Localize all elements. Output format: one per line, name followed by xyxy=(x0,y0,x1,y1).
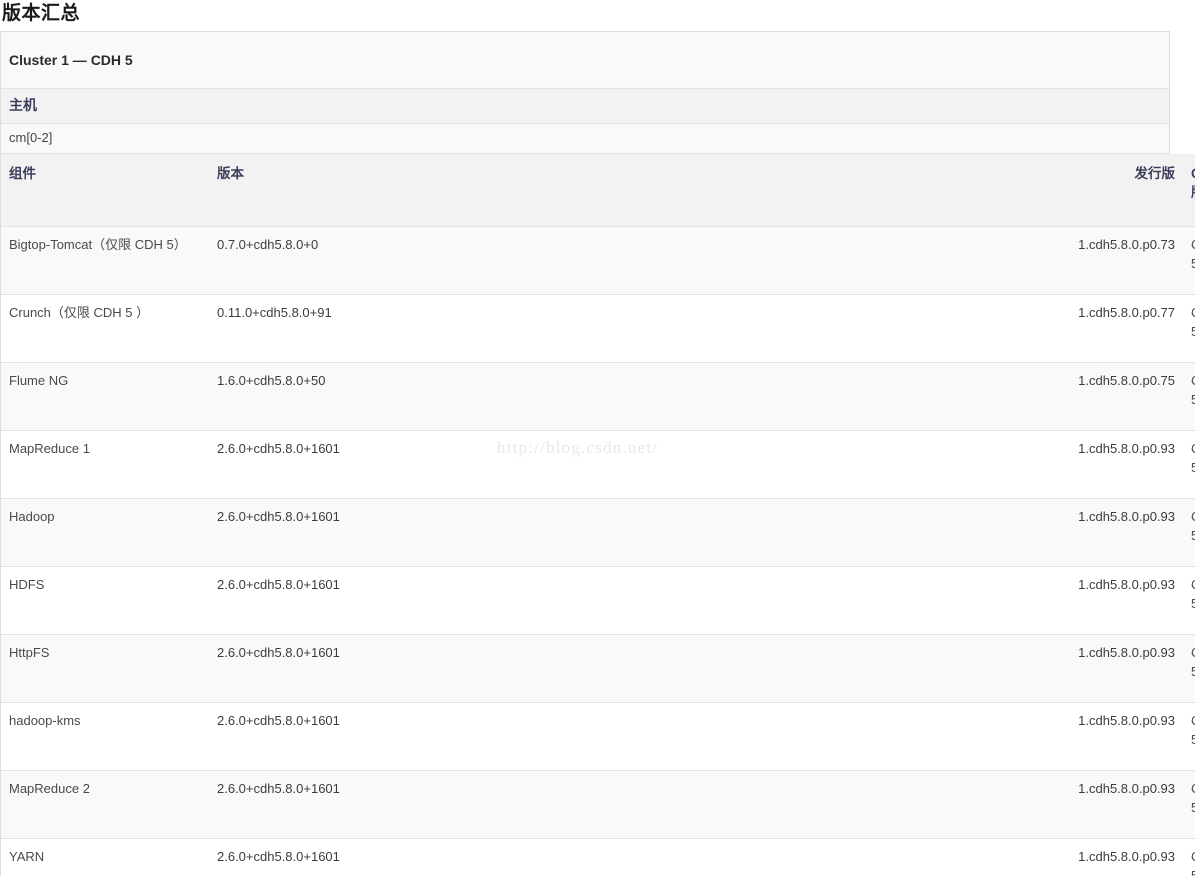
column-header-version: 版本 xyxy=(209,154,1035,227)
cell-release: 1.cdh5.8.0.p0.75 xyxy=(1035,362,1183,431)
cell-cdh-version: CDH 5 xyxy=(1183,294,1195,363)
cell-version: 2.6.0+cdh5.8.0+1601 xyxy=(209,498,1035,567)
column-header-component: 组件 xyxy=(1,154,209,227)
cell-release: 1.cdh5.8.0.p0.93 xyxy=(1035,770,1183,839)
cell-version: 0.11.0+cdh5.8.0+91 xyxy=(209,294,1035,363)
cell-cdh-version: CDH 5 xyxy=(1183,838,1195,876)
table-row: MapReduce 2 2.6.0+cdh5.8.0+1601 1.cdh5.8.0… xyxy=(1,770,1195,839)
cell-version: 1.6.0+cdh5.8.0+50 xyxy=(209,362,1035,431)
column-header-cdh-version: CDH 版本 xyxy=(1183,154,1195,227)
cell-component: hadoop-kms xyxy=(1,702,209,771)
table-row: Bigtop-Tomcat（仅限 CDH 5） 0.7.0+cdh5.8.0+0 1… xyxy=(1,226,1195,295)
cell-version: 2.6.0+cdh5.8.0+1601 xyxy=(209,770,1035,839)
cell-cdh-version: CDH 5 xyxy=(1183,566,1195,635)
cell-release: 1.cdh5.8.0.p0.93 xyxy=(1035,498,1183,567)
cell-component: MapReduce 1 xyxy=(1,430,209,499)
column-header-release: 发行版 xyxy=(1035,154,1183,227)
cluster-title: Cluster 1 — CDH 5 xyxy=(1,32,1169,89)
cell-component: Flume NG xyxy=(1,362,209,431)
cell-release: 1.cdh5.8.0.p0.93 xyxy=(1035,430,1183,499)
cell-component: MapReduce 2 xyxy=(1,770,209,839)
table-row: hadoop-kms 2.6.0+cdh5.8.0+1601 1.cdh5.8.0.… xyxy=(1,702,1195,771)
cell-cdh-version: CDH 5 xyxy=(1183,770,1195,839)
cell-cdh-version: CDH 5 xyxy=(1183,634,1195,703)
hosts-section-header: 主机 xyxy=(1,89,1169,124)
cell-release: 1.cdh5.8.0.p0.93 xyxy=(1035,566,1183,635)
cell-cdh-version: CDH 5 xyxy=(1183,430,1195,499)
cell-release: 1.cdh5.8.0.p0.73 xyxy=(1035,226,1183,295)
version-summary-panel: Cluster 1 — CDH 5 主机 cm[0-2] 组件 版本 发行版 C… xyxy=(0,31,1195,876)
cell-component: YARN xyxy=(1,838,209,876)
table-row: MapReduce 1 2.6.0+cdh5.8.0+1601 1.cdh5.8.0… xyxy=(1,430,1195,499)
cell-version: 2.6.0+cdh5.8.0+1601 xyxy=(209,702,1035,771)
hosts-value: cm[0-2] xyxy=(1,124,1169,154)
table-header-row: 组件 版本 发行版 CDH 版本 xyxy=(1,154,1195,227)
table-row: Flume NG 1.6.0+cdh5.8.0+50 1.cdh5.8.0.p0.7… xyxy=(1,362,1195,431)
cell-release: 1.cdh5.8.0.p0.93 xyxy=(1035,702,1183,771)
table-row: HDFS2.6.0+cdh5.8.0+16011.cdh5.8.0.p0.93C… xyxy=(1,566,1195,635)
versions-table-head: 组件 版本 发行版 CDH 版本 xyxy=(1,154,1195,227)
cell-component: HttpFS xyxy=(1,634,209,703)
table-row: Hadoop 2.6.0+cdh5.8.0+1601 1.cdh5.8.0.p0.9… xyxy=(1,498,1195,567)
table-row: HttpFS 2.6.0+cdh5.8.0+1601 1.cdh5.8.0.p0.9… xyxy=(1,634,1195,703)
table-row: Crunch（仅限 CDH 5 ） 0.11.0+cdh5.8.0+91 1.cdh… xyxy=(1,294,1195,363)
cell-cdh-version: CDH 5 xyxy=(1183,702,1195,771)
cell-cdh-version: CDH 5 xyxy=(1183,226,1195,295)
cell-version: 2.6.0+cdh5.8.0+1601 xyxy=(209,430,1035,499)
cell-cdh-version: CDH 5 xyxy=(1183,498,1195,567)
cell-release: 1.cdh5.8.0.p0.93 xyxy=(1035,634,1183,703)
page-title: 版本汇总 xyxy=(2,3,81,24)
cell-release: 1.cdh5.8.0.p0.77 xyxy=(1035,294,1183,363)
cell-version: 2.6.0+cdh5.8.0+1601 xyxy=(209,634,1035,703)
cell-component: Bigtop-Tomcat（仅限 CDH 5） xyxy=(1,226,209,295)
cell-release: 1.cdh5.8.0.p0.93 xyxy=(1035,838,1183,876)
cell-cdh-version: CDH 5 xyxy=(1183,362,1195,431)
cell-version: 0.7.0+cdh5.8.0+0 xyxy=(209,226,1035,295)
cell-component: Crunch（仅限 CDH 5 ） xyxy=(1,294,209,363)
versions-table-body: Bigtop-Tomcat（仅限 CDH 5） 0.7.0+cdh5.8.0+0 1… xyxy=(1,226,1195,876)
cell-component: Hadoop xyxy=(1,498,209,567)
table-row: YARN2.6.0+cdh5.8.0+16011.cdh5.8.0.p0.93C… xyxy=(1,838,1195,876)
cell-version: 2.6.0+cdh5.8.0+1601 xyxy=(209,838,1035,876)
cell-version: 2.6.0+cdh5.8.0+1601 xyxy=(209,566,1035,635)
versions-table: 组件 版本 发行版 CDH 版本 Bigtop-Tomcat（仅限 CDH 5）… xyxy=(1,154,1195,876)
cell-component: HDFS xyxy=(1,566,209,635)
